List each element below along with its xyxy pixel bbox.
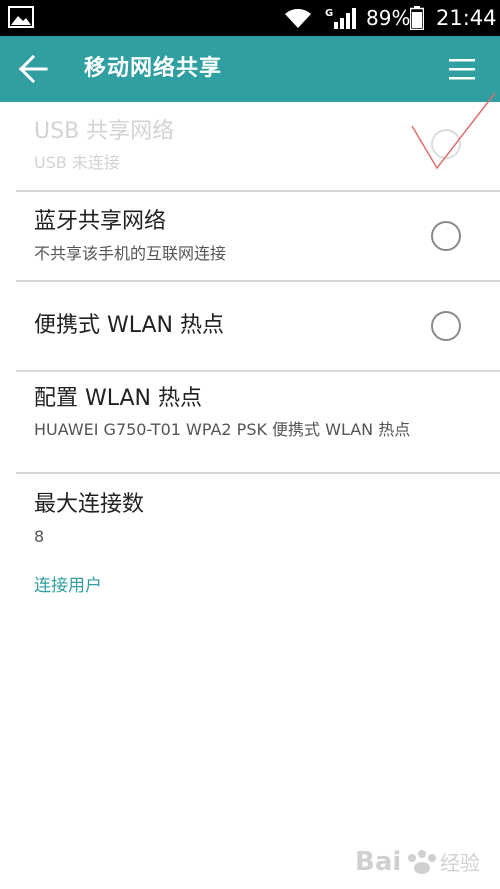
wlan-hotspot-radio[interactable]: [431, 311, 461, 341]
bluetooth-tethering-radio[interactable]: [431, 221, 461, 251]
bluetooth-tethering-item[interactable]: 蓝牙共享网络 不共享该手机的互联网连接: [0, 192, 500, 280]
network-type-label: G: [325, 8, 333, 19]
svg-text:Bai: Bai: [355, 847, 401, 877]
configure-hotspot-summary: HUAWEI G750-T01 WPA2 PSK 便携式 WLAN 热点: [34, 420, 411, 439]
usb-tethering-item: USB 共享网络 USB 未连接: [0, 102, 500, 190]
battery-percentage: 89%: [366, 6, 411, 30]
usb-tethering-radio: [431, 129, 461, 159]
wifi-icon: [285, 8, 311, 28]
status-bar: G 89% 21:44: [0, 0, 500, 36]
bluetooth-tethering-summary: 不共享该手机的互联网连接: [34, 244, 227, 263]
baidu-watermark: Bai 经验: [355, 847, 480, 877]
connected-users-link[interactable]: 连接用户: [34, 574, 102, 598]
max-connections-item[interactable]: 最大连接数 8: [0, 474, 500, 564]
arrow-left-icon: [18, 54, 48, 84]
menu-button[interactable]: [440, 48, 484, 90]
bluetooth-tethering-title: 蓝牙共享网络: [34, 209, 167, 234]
app-bar: 移动网络共享: [0, 36, 500, 102]
battery-icon: [410, 6, 424, 30]
back-button[interactable]: [8, 44, 60, 94]
wlan-hotspot-title: 便携式 WLAN 热点: [34, 313, 225, 338]
signal-icon: G: [325, 8, 356, 29]
configure-hotspot-title: 配置 WLAN 热点: [34, 386, 203, 411]
page-title: 移动网络共享: [84, 56, 223, 81]
wlan-hotspot-item[interactable]: 便携式 WLAN 热点: [0, 282, 500, 370]
usb-tethering-title: USB 共享网络: [34, 119, 175, 144]
gallery-icon: [8, 6, 34, 28]
clock: 21:44: [436, 6, 497, 30]
paw-icon: [408, 850, 436, 874]
max-connections-value: 8: [34, 527, 45, 546]
hamburger-menu-icon: [449, 59, 475, 80]
configure-hotspot-item[interactable]: 配置 WLAN 热点 HUAWEI G750-T01 WPA2 PSK 便携式 …: [0, 372, 500, 472]
svg-text:经验: 经验: [440, 851, 480, 875]
max-connections-title: 最大连接数: [34, 492, 145, 517]
usb-tethering-summary: USB 未连接: [34, 153, 120, 172]
